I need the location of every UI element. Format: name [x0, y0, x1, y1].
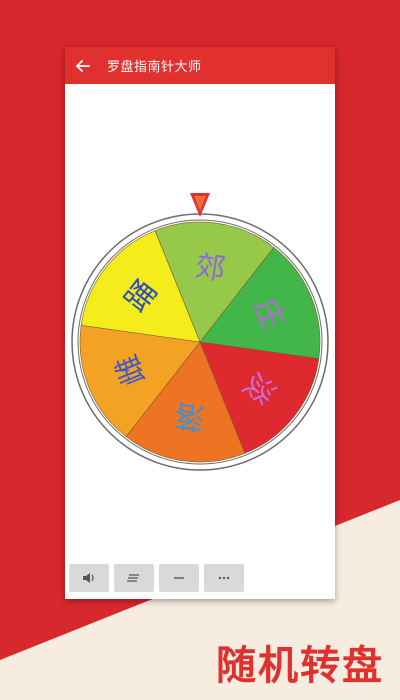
- more-icon: [218, 576, 230, 580]
- app-title: 罗盘指南针大师: [107, 60, 202, 75]
- bottom-toolbar: [65, 561, 335, 599]
- list-button[interactable]: [114, 564, 154, 592]
- more-button[interactable]: [204, 564, 244, 592]
- app-bar: 罗盘指南针大师: [65, 47, 335, 84]
- volume-button[interactable]: [69, 564, 109, 592]
- caption-title: 随机转盘: [216, 643, 384, 689]
- wheel-segment-label: 郊: [193, 249, 228, 288]
- wheel-area: 郊庄淡落雌踊: [65, 187, 335, 477]
- phone-screen: 罗盘指南针大师 郊庄淡落雌踊: [65, 47, 335, 599]
- minus-icon: [174, 577, 184, 579]
- back-button[interactable]: [65, 47, 101, 84]
- wheel-segment-label: 落: [172, 396, 207, 435]
- minus-button[interactable]: [159, 564, 199, 592]
- menu-lines-icon: [127, 574, 139, 582]
- arrow-left-icon: [76, 59, 90, 72]
- volume-icon: [83, 573, 94, 583]
- spin-wheel[interactable]: 郊庄淡落雌踊: [65, 187, 335, 477]
- pointer-icon: [190, 193, 210, 217]
